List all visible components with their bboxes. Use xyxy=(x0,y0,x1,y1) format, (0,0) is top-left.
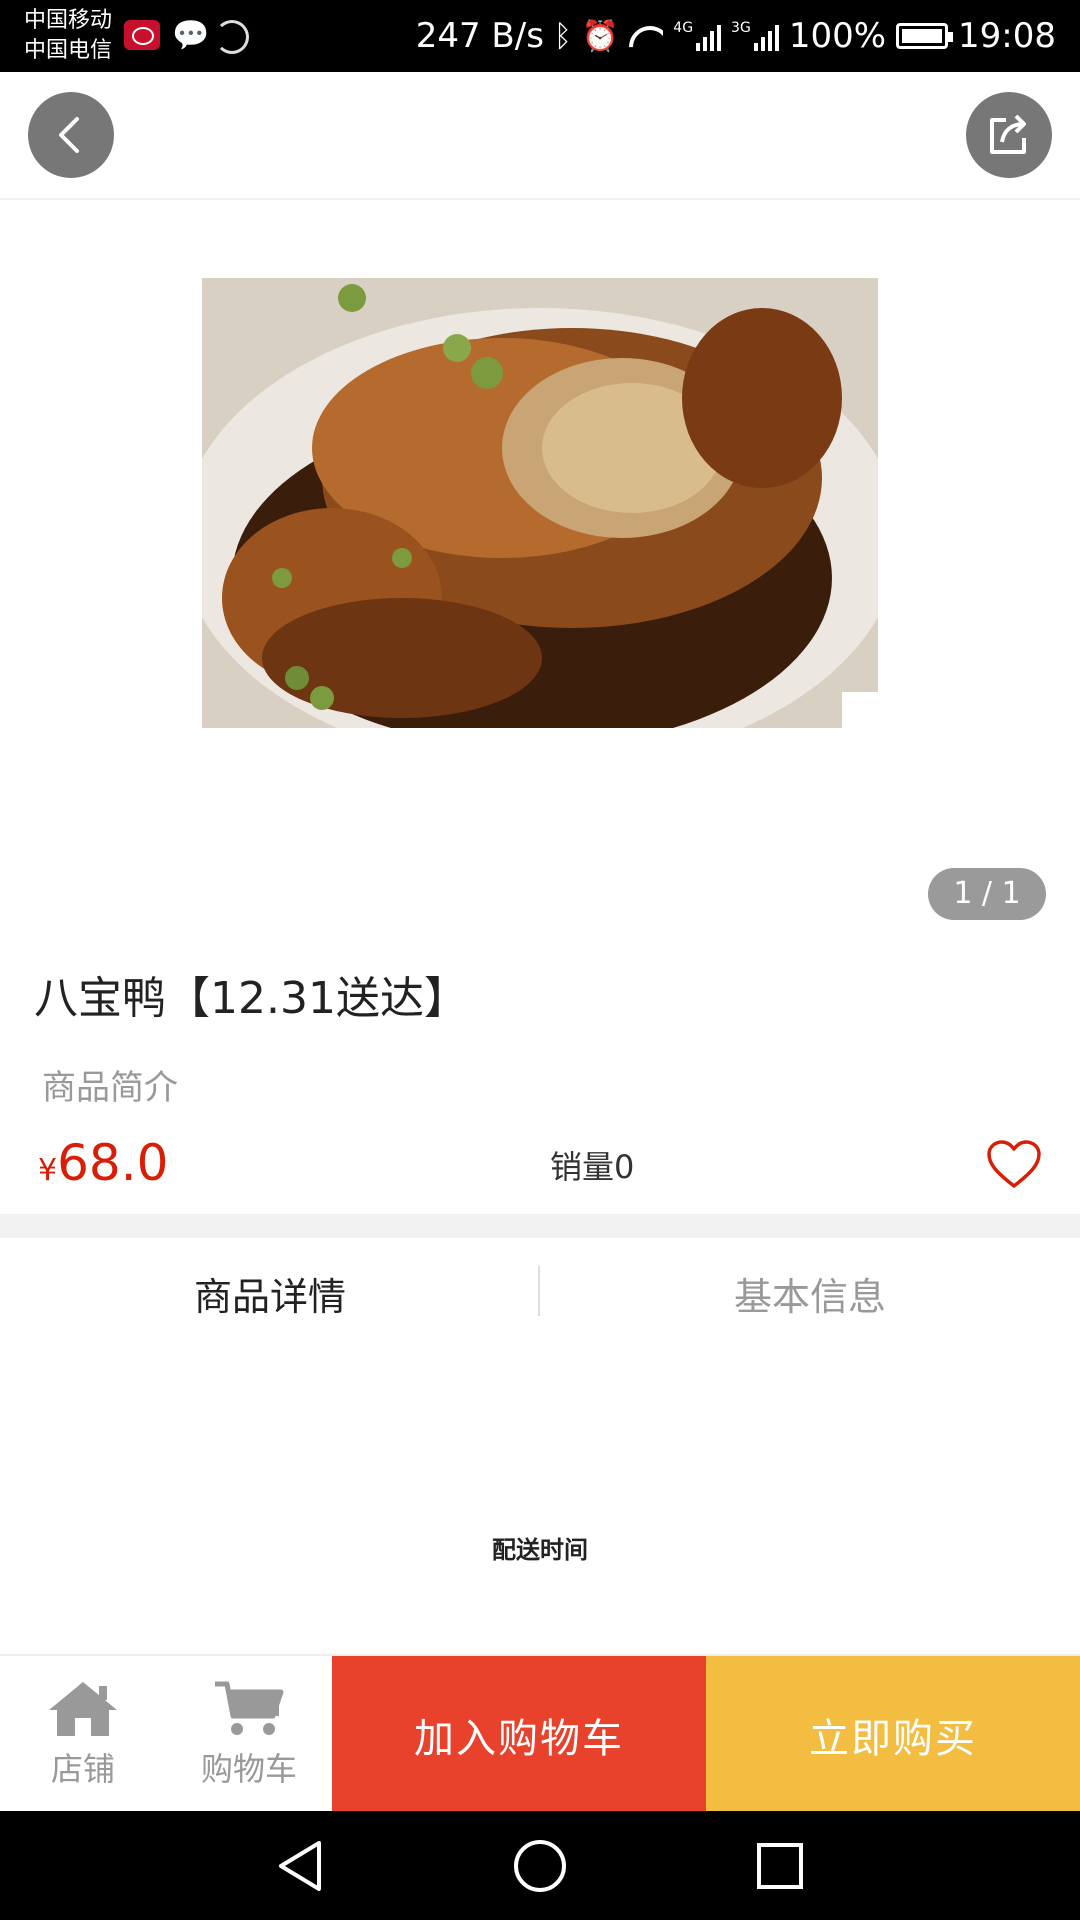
shop-button[interactable]: 店铺 xyxy=(0,1656,166,1813)
wifi-icon xyxy=(629,22,663,50)
nav-home-button[interactable] xyxy=(480,1811,600,1920)
chat-notification-icon: 💬 xyxy=(172,18,210,53)
price-value: 68.0 xyxy=(57,1134,169,1192)
image-pager: 1 / 1 xyxy=(928,868,1046,920)
cart-icon xyxy=(215,1681,284,1735)
product-image-carousel[interactable]: 1 / 1 xyxy=(0,200,1080,940)
carrier-2: 中国电信 xyxy=(24,38,113,63)
sync-icon xyxy=(215,20,249,54)
detail-tabs: 商品详情 基本信息 xyxy=(0,1238,1080,1348)
cart-button[interactable]: 购物车 xyxy=(166,1656,332,1813)
status-bar: 中国移动 中国电信 💬 247 B/s ᛒ ⏰ 4G 3G 100% 19:08 xyxy=(0,0,1080,72)
bluetooth-icon: ᛒ xyxy=(553,18,572,54)
buy-now-button[interactable]: 立即购买 xyxy=(706,1656,1080,1813)
favorite-button[interactable] xyxy=(986,1140,1042,1190)
currency-symbol: ¥ xyxy=(38,1153,58,1188)
signal-1-icon: 4G xyxy=(673,21,722,51)
bottom-action-bar: 店铺 购物车 加入购物车 立即购买 xyxy=(0,1654,1080,1813)
status-right: 247 B/s ᛒ ⏰ 4G 3G 100% 19:08 xyxy=(416,0,1056,72)
battery-icon xyxy=(896,23,954,49)
home-icon xyxy=(49,1681,117,1736)
product-image xyxy=(202,278,878,728)
heart-outline-icon xyxy=(987,1140,1041,1188)
alarm-icon: ⏰ xyxy=(581,18,620,54)
clock: 19:08 xyxy=(958,16,1056,56)
circle-home-icon xyxy=(514,1839,566,1892)
add-to-cart-button[interactable]: 加入购物车 xyxy=(332,1656,706,1813)
square-recents-icon xyxy=(757,1842,803,1889)
weibo-notification-icon xyxy=(124,20,160,50)
cart-label: 购物车 xyxy=(200,1749,297,1788)
back-button[interactable] xyxy=(28,92,114,178)
tab-basic-info[interactable]: 基本信息 xyxy=(540,1238,1080,1348)
share-button[interactable] xyxy=(966,92,1052,178)
product-title: 八宝鸭【12.31送达】 xyxy=(34,973,468,1024)
tab-product-detail[interactable]: 商品详情 xyxy=(0,1238,540,1348)
carrier-labels: 中国移动 中国电信 xyxy=(24,6,112,66)
carrier-1: 中国移动 xyxy=(24,8,113,33)
product-price: ¥68.0 xyxy=(38,1134,168,1192)
signal-2-icon: 3G xyxy=(731,21,779,51)
nav-back-button[interactable] xyxy=(240,1811,360,1920)
delivery-time-text: 配送时间 xyxy=(492,1536,588,1564)
shop-label: 店铺 xyxy=(50,1749,115,1788)
chevron-left-icon xyxy=(59,117,79,153)
share-icon xyxy=(990,114,1026,154)
battery-percent: 100% xyxy=(788,16,887,56)
sales-count: 销量0 xyxy=(550,1148,635,1186)
tab-separator xyxy=(538,1266,540,1316)
net-speed: 247 B/s xyxy=(415,16,544,56)
section-divider xyxy=(0,1214,1080,1238)
nav-recents-button[interactable] xyxy=(720,1811,840,1920)
top-header xyxy=(0,72,1080,200)
system-nav-bar xyxy=(0,1811,1080,1920)
product-intro: 商品简介 xyxy=(42,1068,178,1108)
triangle-back-icon xyxy=(279,1840,321,1891)
